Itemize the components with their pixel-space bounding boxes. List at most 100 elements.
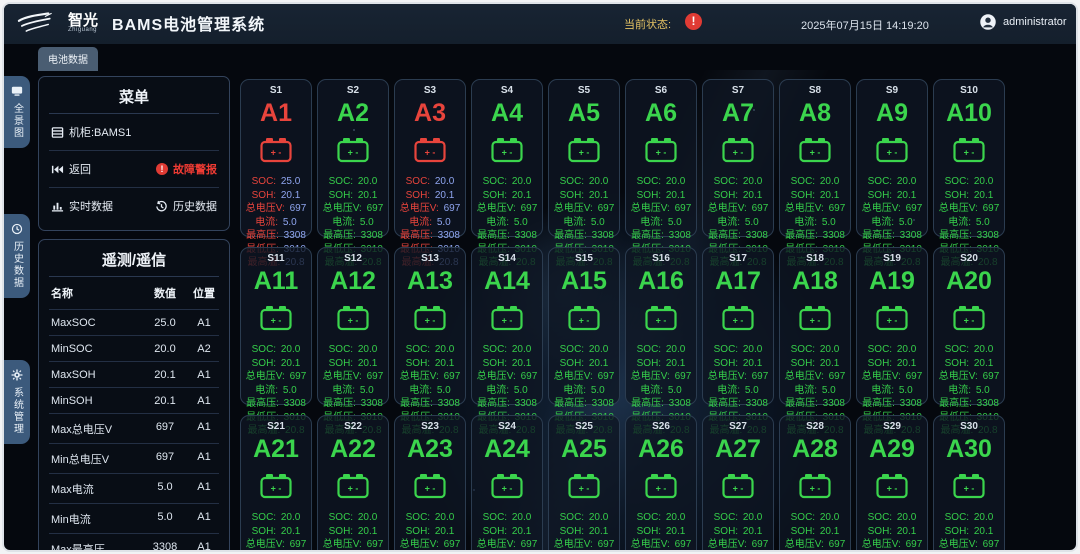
cell-name: A2 [320, 99, 386, 128]
telemetry-row: Max电流5.0A1 [49, 473, 219, 503]
battery-card[interactable]: S23 A23 + - SOC: 20.0SOH: 20.1总电压V: 697电… [394, 415, 466, 550]
cell-name: A6 [628, 99, 694, 128]
metric-row: SOC: 20.0 [859, 511, 925, 525]
header: 智光 Zhiguang BAMS电池管理系统 当前状态: ! 2025年07月1… [4, 4, 1076, 44]
telemetry-row: Max总电压V697A1 [49, 413, 219, 443]
metric-row: 总电压V: 697 [936, 370, 1002, 384]
battery-card[interactable]: S16 A16 + - SOC: 20.0SOH: 20.1总电压V: 697电… [625, 247, 697, 405]
battery-card[interactable]: S12 A12 + - SOC: 20.0SOH: 20.1总电压V: 697电… [317, 247, 389, 405]
cell-name: A26 [628, 435, 694, 464]
metric-row: 总电压V: 697 [474, 370, 540, 384]
metric-row: 电流: 5.0 [859, 384, 925, 398]
brand: 智光 Zhiguang BAMS电池管理系统 [16, 10, 265, 36]
cell-slot-label: S11 [243, 253, 309, 264]
battery-card[interactable]: S5 A5 + - SOC: 20.0SOH: 20.1总电压V: 697电流:… [548, 79, 620, 237]
fault-alarm-button[interactable]: ! 故障警报 [156, 161, 217, 177]
realtime-label: 实时数据 [69, 198, 113, 214]
metric-row: 电流: 5.0 [936, 384, 1002, 398]
brand-text: 智光 Zhiguang [68, 14, 98, 33]
battery-card[interactable]: S19 A19 + - SOC: 20.0SOH: 20.1总电压V: 697电… [856, 247, 928, 405]
cell-name: A14 [474, 267, 540, 296]
sidebar-item-panorama[interactable]: 全景图 [4, 76, 30, 148]
metric-row: 电流: 5.0 [474, 384, 540, 398]
battery-card[interactable]: S10 A10 + - SOC: 20.0SOH: 20.1总电压V: 697电… [933, 79, 1005, 237]
battery-card[interactable]: S8 A8 + - SOC: 20.0SOH: 20.1总电压V: 697电流:… [779, 79, 851, 237]
battery-card[interactable]: S6 A6 + - SOC: 20.0SOH: 20.1总电压V: 697电流:… [625, 79, 697, 237]
telemetry-panel: 遥测/遥信 名称 数值 位置 MaxSOC25.0A1MinSOC20.0A2M… [38, 239, 230, 552]
metric-row: SOC: 20.0 [859, 175, 925, 189]
telemetry-header: 名称 数值 位置 [49, 277, 219, 309]
cell-slot-label: S5 [551, 85, 617, 96]
history-data-button[interactable]: 历史数据 [155, 198, 217, 214]
sidebar-item-history[interactable]: 历史数据 [4, 214, 30, 298]
battery-icon: + - [643, 304, 679, 332]
battery-card[interactable]: S4 A4 + - SOC: 20.0SOH: 20.1总电压V: 697电流:… [471, 79, 543, 237]
sidebar-item-label: 系统管理 [10, 387, 25, 435]
svg-text:+ -: + - [887, 316, 898, 326]
metric-row: 最高压: 3308 [705, 397, 771, 411]
battery-card[interactable]: S30 A30 + - SOC: 20.0SOH: 20.1总电压V: 697电… [933, 415, 1005, 550]
metric-row: 总电压V: 697 [474, 538, 540, 550]
metric-row: 总电压V: 697 [705, 202, 771, 216]
metric-row: SOH: 20.1 [397, 525, 463, 539]
content: 全景图 历史数据 系统管理 [4, 70, 1076, 550]
svg-text:+ -: + - [733, 484, 744, 494]
battery-card[interactable]: S3 A3 + - SOC: 20.0SOH: 20.1总电压V: 697电流:… [394, 79, 466, 237]
telemetry-row: MinSOH20.1A1 [49, 387, 219, 413]
battery-card[interactable]: S26 A26 + - SOC: 20.0SOH: 20.1总电压V: 697电… [625, 415, 697, 550]
metric-row: 总电压V: 697 [397, 370, 463, 384]
battery-card[interactable]: S22 A22 + - SOC: 20.0SOH: 20.1总电压V: 697电… [317, 415, 389, 550]
battery-icon: + - [489, 304, 525, 332]
clock-icon [11, 223, 23, 235]
metric-row: SOC: 20.0 [936, 175, 1002, 189]
svg-text:+ -: + - [425, 484, 436, 494]
datetime: 2025年07月15日 14:19:20 [801, 17, 929, 33]
metrics: SOC: 20.0SOH: 20.1总电压V: 697电流: 5.0最高压: 3… [859, 511, 925, 550]
battery-card[interactable]: S13 A13 + - SOC: 20.0SOH: 20.1总电压V: 697电… [394, 247, 466, 405]
battery-card[interactable]: S27 A27 + - SOC: 20.0SOH: 20.1总电压V: 697电… [702, 415, 774, 550]
metric-row: SOH: 20.1 [628, 525, 694, 539]
battery-card[interactable]: S21 A21 + - SOC: 20.0SOH: 20.1总电压V: 697电… [240, 415, 312, 550]
metric-row: SOC: 20.0 [705, 175, 771, 189]
battery-card[interactable]: S2 A2 + - SOC: 20.0SOH: 20.1总电压V: 697电流:… [317, 79, 389, 237]
realtime-data-button[interactable]: 实时数据 [51, 198, 113, 214]
cell-name: A1 [243, 99, 309, 128]
metric-row: 总电压V: 697 [320, 202, 386, 216]
metric-row: SOC: 20.0 [705, 343, 771, 357]
battery-card[interactable]: S11 A11 + - SOC: 20.0SOH: 20.1总电压V: 697电… [240, 247, 312, 405]
battery-card[interactable]: S24 A24 + - SOC: 20.0SOH: 20.1总电压V: 697电… [471, 415, 543, 550]
metric-row: SOH: 20.1 [243, 525, 309, 539]
battery-card[interactable]: S20 A20 + - SOC: 20.0SOH: 20.1总电压V: 697电… [933, 247, 1005, 405]
app-window: 智光 Zhiguang BAMS电池管理系统 当前状态: ! 2025年07月1… [2, 2, 1078, 552]
back-button[interactable]: 返回 [51, 161, 91, 177]
cell-slot-label: S22 [320, 421, 386, 432]
metric-row: 总电压V: 697 [243, 370, 309, 384]
battery-card[interactable]: S28 A28 + - SOC: 20.0SOH: 20.1总电压V: 697电… [779, 415, 851, 550]
tab-battery-data[interactable]: 电池数据 [38, 47, 98, 71]
sidebar-item-system[interactable]: 系统管理 [4, 360, 30, 444]
battery-card[interactable]: S17 A17 + - SOC: 20.0SOH: 20.1总电压V: 697电… [702, 247, 774, 405]
metric-row: 总电压V: 697 [705, 370, 771, 384]
svg-text:+ -: + - [733, 316, 744, 326]
user-menu[interactable]: administrator [979, 13, 1067, 31]
metric-row: 最高压: 3308 [243, 229, 309, 243]
battery-card[interactable]: S9 A9 + - SOC: 20.0SOH: 20.1总电压V: 697电流:… [856, 79, 928, 237]
battery-card[interactable]: S14 A14 + - SOC: 20.0SOH: 20.1总电压V: 697电… [471, 247, 543, 405]
battery-icon: + - [797, 136, 833, 164]
metric-row: 总电压V: 697 [628, 202, 694, 216]
metrics: SOC: 20.0SOH: 20.1总电压V: 697电流: 5.0最高压: 3… [782, 511, 848, 550]
svg-text:+ -: + - [887, 484, 898, 494]
cell-name: A3 [397, 99, 463, 128]
battery-card[interactable]: S25 A25 + - SOC: 20.0SOH: 20.1总电压V: 697电… [548, 415, 620, 550]
metric-row: 电流: 5.0 [243, 216, 309, 230]
battery-card[interactable]: S1 A1 + - SOC: 25.0SOH: 20.1总电压V: 697电流:… [240, 79, 312, 237]
metric-row: SOH: 20.1 [551, 189, 617, 203]
battery-card[interactable]: S15 A15 + - SOC: 20.0SOH: 20.1总电压V: 697电… [548, 247, 620, 405]
metric-row: SOH: 20.1 [782, 189, 848, 203]
battery-card[interactable]: S29 A29 + - SOC: 20.0SOH: 20.1总电压V: 697电… [856, 415, 928, 550]
metric-row: SOC: 20.0 [628, 343, 694, 357]
battery-icon: + - [489, 472, 525, 500]
cabinet-item[interactable]: 机柜:BAMS1 [51, 124, 131, 140]
battery-card[interactable]: S18 A18 + - SOC: 20.0SOH: 20.1总电压V: 697电… [779, 247, 851, 405]
battery-card[interactable]: S7 A7 + - SOC: 20.0SOH: 20.1总电压V: 697电流:… [702, 79, 774, 237]
